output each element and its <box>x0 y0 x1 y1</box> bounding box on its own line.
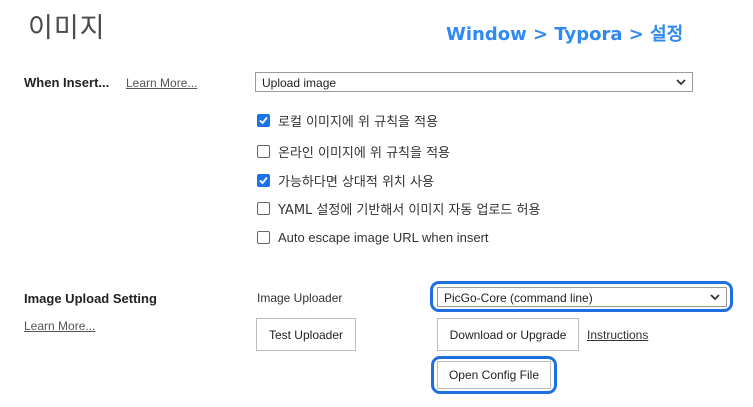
checkbox-checked-icon[interactable] <box>257 173 270 187</box>
option-apply-online-images[interactable]: 온라인 이미지에 위 규칙을 적용 <box>257 142 451 161</box>
option-auto-escape-url[interactable]: Auto escape image URL when insert <box>257 228 489 246</box>
open-config-file-button[interactable]: Open Config File <box>437 361 551 389</box>
image-uploader-select[interactable]: PicGo-Core (command line) <box>437 287 727 307</box>
image-upload-setting-label: Image Upload Setting <box>24 291 157 306</box>
when-insert-select[interactable]: Upload image <box>255 72 693 92</box>
when-insert-select-value: Upload image <box>262 76 337 90</box>
when-insert-learn-more-link[interactable]: Learn More... <box>126 76 197 90</box>
image-uploader-label: Image Uploader <box>257 291 343 305</box>
checkbox-checked-icon[interactable] <box>257 113 270 127</box>
download-upgrade-button[interactable]: Download or Upgrade <box>437 318 579 351</box>
checkbox-unchecked-icon[interactable] <box>257 201 270 215</box>
instructions-link[interactable]: Instructions <box>587 328 648 342</box>
checkbox-unchecked-icon[interactable] <box>257 230 270 244</box>
checkbox-unchecked-icon[interactable] <box>257 144 270 158</box>
chevron-down-icon <box>710 294 720 301</box>
navigation-annotation: Window > Typora > 설정 <box>446 24 684 45</box>
option-apply-local-images[interactable]: 로컬 이미지에 위 규칙을 적용 <box>257 111 439 130</box>
image-uploader-select-value: PicGo-Core (command line) <box>444 291 593 305</box>
option-label: 로컬 이미지에 위 규칙을 적용 <box>278 114 439 130</box>
option-label: YAML 설정에 기반해서 이미지 자동 업로드 허용 <box>278 202 541 218</box>
option-label: 온라인 이미지에 위 규칙을 적용 <box>278 145 451 161</box>
page-title: 이미지 <box>28 13 106 44</box>
option-label: Auto escape image URL when insert <box>278 229 489 245</box>
option-label: 가능하다면 상대적 위치 사용 <box>278 174 434 190</box>
option-yaml-auto-upload[interactable]: YAML 설정에 기반해서 이미지 자동 업로드 허용 <box>257 199 541 218</box>
image-upload-learn-more-link[interactable]: Learn More... <box>24 319 95 333</box>
option-use-relative-path[interactable]: 가능하다면 상대적 위치 사용 <box>257 171 434 190</box>
when-insert-label: When Insert... <box>24 75 110 90</box>
chevron-down-icon <box>676 79 686 86</box>
test-uploader-button[interactable]: Test Uploader <box>256 318 356 351</box>
